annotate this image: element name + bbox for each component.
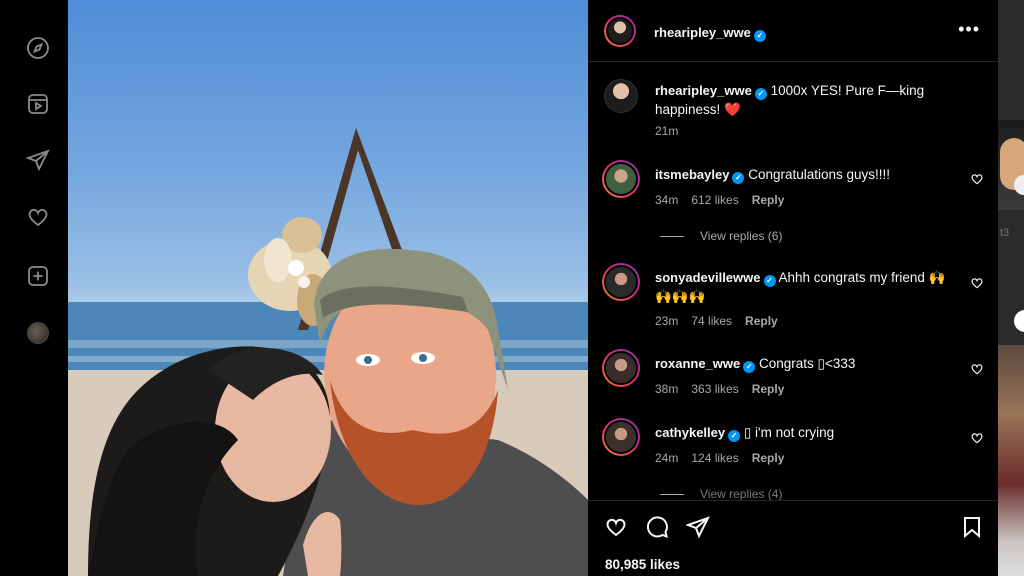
- comment-time: 34m: [655, 193, 679, 207]
- caption: rhearipley_wwe ✓ 1000x YES! Pure F—king h…: [588, 78, 998, 148]
- reply-button[interactable]: Reply: [745, 314, 778, 328]
- likes-count[interactable]: 80,985 likes: [605, 557, 680, 572]
- commenter-username[interactable]: cathykelley: [655, 425, 725, 440]
- post-details-panel: rhearipley_wwe ✓ ••• rhearipley_wwe ✓ 1000…: [588, 0, 998, 576]
- commenter-username[interactable]: roxanne_wwe: [655, 356, 740, 371]
- reply-button[interactable]: Reply: [752, 451, 785, 465]
- profile-avatar[interactable]: [27, 322, 49, 344]
- create-icon[interactable]: [24, 262, 52, 290]
- comment-item: itsmebayley ✓ Congratulations guys!!!! 34…: [588, 160, 998, 220]
- comment-likes[interactable]: 363 likes: [691, 382, 738, 396]
- comment-likes[interactable]: 124 likes: [691, 451, 738, 465]
- reply-button[interactable]: Reply: [752, 382, 785, 396]
- next-post-button[interactable]: [1014, 310, 1024, 332]
- comment-text-block: itsmebayley ✓ Congratulations guys!!!!: [655, 165, 955, 184]
- commenter-avatar[interactable]: [602, 349, 640, 387]
- comment-text-block: cathykelley ✓ ▯ i'm not crying: [655, 423, 955, 442]
- beach-photo-illustration: [68, 128, 588, 576]
- next-post-thumbnail: [998, 120, 1024, 210]
- next-post-peek[interactable]: t3: [998, 0, 1024, 576]
- comment-icon[interactable]: [645, 515, 671, 541]
- comment-text-block: roxanne_wwe ✓ Congrats ▯<333: [655, 354, 955, 373]
- comment-item: cathykelley ✓ ▯ i'm not crying 24m 124 lik…: [588, 418, 998, 474]
- commenter-username[interactable]: sonyadevillewwe: [655, 270, 761, 285]
- comment-meta: 38m 363 likes Reply: [655, 382, 797, 396]
- view-replies-label: View replies (6): [700, 229, 783, 243]
- view-replies-link[interactable]: View replies (4): [660, 487, 782, 501]
- save-icon[interactable]: [960, 515, 986, 541]
- author-avatar[interactable]: [604, 15, 636, 47]
- view-replies-label: View replies (4): [700, 487, 783, 501]
- reels-icon[interactable]: [24, 90, 52, 118]
- comment-item: sonyadevillewwe ✓ Ahhh congrats my friend…: [588, 263, 998, 335]
- comment-item: roxanne_wwe ✓ Congrats ▯<333 38m 363 likes…: [588, 349, 998, 405]
- commenter-avatar[interactable]: [602, 418, 640, 456]
- like-icon[interactable]: [604, 515, 630, 541]
- author-username[interactable]: rhearipley_wwe: [654, 25, 751, 40]
- heart-icon[interactable]: [24, 203, 52, 231]
- caption-username[interactable]: rhearipley_wwe: [655, 83, 752, 98]
- caption-text-block: rhearipley_wwe ✓ 1000x YES! Pure F—king h…: [655, 81, 955, 119]
- comment-text: ▯ i'm not crying: [743, 425, 835, 440]
- comment-time: 23m: [655, 314, 679, 328]
- comment-text-block: sonyadevillewwe ✓ Ahhh congrats my friend…: [655, 268, 955, 306]
- verified-badge-icon: ✓: [763, 275, 776, 287]
- post-header: rhearipley_wwe ✓ •••: [588, 0, 998, 62]
- verified-badge-icon: ✓: [743, 361, 756, 373]
- left-nav-rail: [0, 0, 68, 576]
- comment-meta: 34m 612 likes Reply: [655, 193, 797, 207]
- comment-like-icon[interactable]: [970, 431, 984, 445]
- caption-time: 21m: [655, 124, 679, 138]
- comment-meta: 23m 74 likes Reply: [655, 314, 791, 328]
- verified-badge-icon: ✓: [728, 430, 741, 442]
- comment-time: 38m: [655, 382, 679, 396]
- peek-text: t3: [1000, 227, 1010, 239]
- view-replies-link[interactable]: View replies (6): [660, 229, 782, 243]
- more-options-icon[interactable]: •••: [958, 20, 980, 38]
- comment-time: 24m: [655, 451, 679, 465]
- post-photo[interactable]: [68, 0, 588, 576]
- comment-likes[interactable]: 74 likes: [691, 314, 732, 328]
- comment-like-icon[interactable]: [970, 276, 984, 290]
- comment-likes[interactable]: 612 likes: [691, 193, 738, 207]
- comment-meta: 24m 124 likes Reply: [655, 451, 797, 465]
- comment-text: Congratulations guys!!!!: [748, 167, 891, 182]
- comment-like-icon[interactable]: [970, 172, 984, 186]
- commenter-username[interactable]: itsmebayley: [655, 167, 729, 182]
- reply-button[interactable]: Reply: [752, 193, 785, 207]
- divider-line: [660, 494, 684, 496]
- divider-line: [660, 236, 684, 238]
- commenter-avatar[interactable]: [602, 160, 640, 198]
- next-post-image: [998, 345, 1024, 576]
- verified-badge-icon: ✓: [754, 88, 767, 100]
- verified-badge-icon: ✓: [753, 30, 766, 42]
- author-name-row: rhearipley_wwe ✓: [654, 24, 766, 42]
- share-icon[interactable]: [685, 515, 712, 541]
- commenter-avatar[interactable]: [602, 263, 640, 301]
- comment-like-icon[interactable]: [970, 362, 984, 376]
- verified-badge-icon: ✓: [732, 172, 745, 184]
- explore-icon[interactable]: [24, 34, 52, 62]
- comment-text: Congrats ▯<333: [759, 356, 856, 371]
- post-actions-bar: 80,985 likes: [588, 500, 998, 576]
- send-icon[interactable]: [24, 146, 52, 174]
- caption-avatar[interactable]: [604, 79, 638, 113]
